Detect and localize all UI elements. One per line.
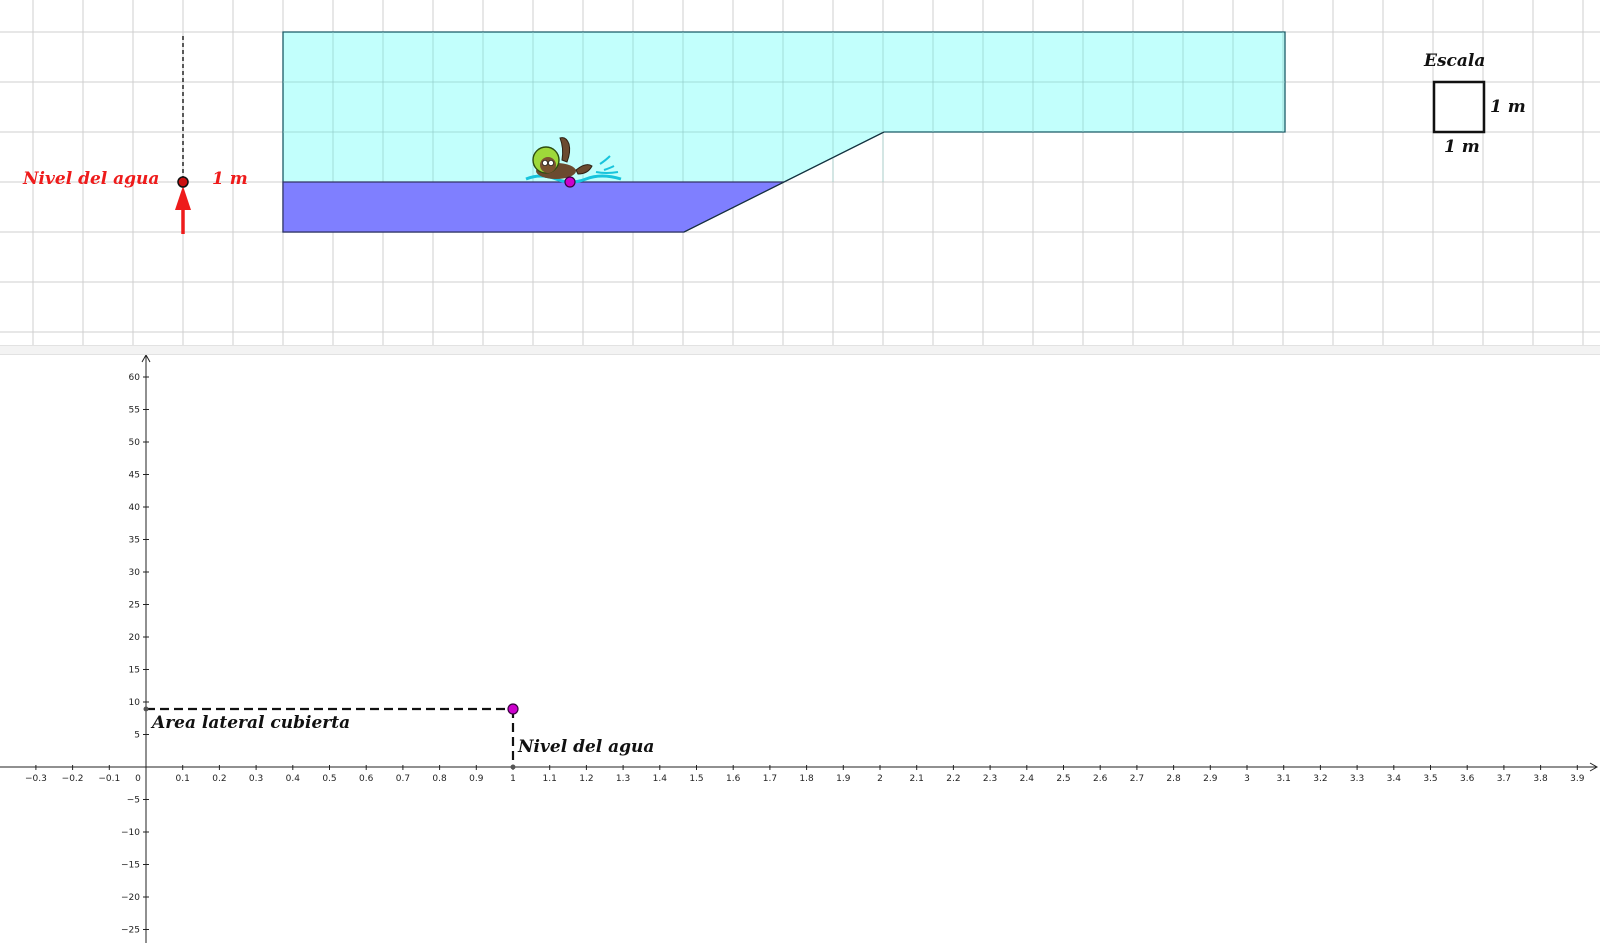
x-tick-label: 2.4 (1020, 774, 1035, 784)
x-tick-label: 2.1 (910, 774, 924, 784)
x-tick-label: 3.9 (1570, 774, 1585, 784)
x-tick-label: 1.5 (689, 774, 703, 784)
y-tick-label: 15 (129, 666, 140, 676)
y-tick-label: 5 (134, 731, 140, 741)
y-tick-label: 30 (129, 568, 141, 578)
scale-side-label: 1 m (1490, 97, 1526, 117)
x-tick-label: 0.7 (396, 774, 410, 784)
scale-legend: Escala 1 m 1 m (1423, 51, 1526, 157)
water-region (282, 181, 785, 233)
scale-bottom-label: 1 m (1444, 137, 1480, 157)
x-tick-label: −0.1 (98, 774, 120, 784)
x-tick-label: 0 (135, 774, 141, 784)
y-tick-label: 25 (129, 601, 140, 611)
y-tick-label: −5 (127, 796, 140, 806)
x-axis-projection-point (510, 764, 516, 770)
x-tick-label: 2.5 (1056, 774, 1070, 784)
x-tick-label: 3.3 (1350, 774, 1364, 784)
graph-water-level-label: Nivel del agua (517, 737, 654, 757)
water-level-point[interactable] (177, 176, 189, 188)
x-tick-label: 1.7 (763, 774, 777, 784)
x-tick-label: 1.8 (799, 774, 814, 784)
x-tick-label: 0.1 (176, 774, 190, 784)
y-tick-label: 50 (129, 438, 141, 448)
x-tick-label: 3.5 (1423, 774, 1437, 784)
x-tick-label: 0.9 (469, 774, 484, 784)
x-tick-label: −0.3 (25, 774, 47, 784)
y-tick-label: −20 (121, 893, 140, 903)
y-tick-label: 20 (129, 633, 141, 643)
x-tick-label: 3.4 (1387, 774, 1402, 784)
x-tick-label: 2.7 (1130, 774, 1144, 784)
x-tick-label: 2.8 (1166, 774, 1181, 784)
view-divider[interactable] (0, 345, 1600, 355)
y-axis (141, 355, 151, 943)
x-tick-label: 0.2 (212, 774, 226, 784)
x-tick-label: 1.2 (579, 774, 593, 784)
x-tick-label: 3 (1244, 774, 1250, 784)
x-tick-label: −0.2 (62, 774, 84, 784)
water-level-label: Nivel del agua (22, 169, 159, 189)
y-tick-label: −10 (121, 828, 140, 838)
x-axis-ticks: −0.3 −0.2 −0.1 0 0.1 0.2 0.3 0.4 0.5 0.6 0.7 0.8 0.9… (25, 765, 1585, 784)
graph-point[interactable] (507, 703, 519, 715)
x-tick-label: 2.3 (983, 774, 997, 784)
x-tick-label: 2.9 (1203, 774, 1218, 784)
y-tick-label: 10 (129, 698, 141, 708)
x-tick-label: 1.3 (616, 774, 630, 784)
x-tick-label: 2.2 (946, 774, 960, 784)
x-tick-label: 3.7 (1497, 774, 1511, 784)
y-axis-projection-point (143, 706, 149, 712)
y-tick-label: 40 (129, 503, 141, 513)
x-tick-label: 1.6 (726, 774, 741, 784)
y-tick-label: −25 (121, 926, 140, 936)
x-tick-label: 1 (510, 774, 516, 784)
x-tick-label: 3.6 (1460, 774, 1475, 784)
x-tick-label: 0.5 (322, 774, 336, 784)
x-tick-label: 3.8 (1533, 774, 1548, 784)
area-lateral-label: Area lateral cubierta (150, 713, 350, 733)
scale-square (1432, 80, 1486, 134)
x-tick-label: 0.6 (359, 774, 374, 784)
x-tick-label: 1.1 (543, 774, 557, 784)
y-tick-label: 45 (129, 471, 140, 481)
y-tick-label: 60 (129, 373, 141, 383)
x-tick-label: 1.9 (836, 774, 851, 784)
x-tick-label: 0.4 (286, 774, 301, 784)
x-tick-label: 1.4 (653, 774, 668, 784)
x-tick-label: 2 (877, 774, 883, 784)
y-tick-label: −15 (121, 861, 140, 871)
y-axis-ticks: 60 55 50 45 40 35 30 25 20 15 10 5 −5 −10 −15 −20 −25 (121, 373, 149, 936)
water-level-value: 1 m (212, 169, 248, 189)
x-tick-label: 0.3 (249, 774, 263, 784)
x-tick-label: 0.8 (432, 774, 447, 784)
x-tick-label: 3.1 (1277, 774, 1291, 784)
y-tick-label: 35 (129, 536, 140, 546)
x-tick-label: 3.2 (1313, 774, 1327, 784)
graph-view: −0.3 −0.2 −0.1 0 0.1 0.2 0.3 0.4 0.5 0.6 0.7 0.8 0.9… (0, 355, 1599, 943)
y-tick-label: 55 (129, 406, 140, 416)
pool-diagram-view: Nivel del agua 1 m Escala 1 m 1 m (0, 0, 1600, 345)
scale-title: Escala (1423, 51, 1485, 71)
x-tick-label: 2.6 (1093, 774, 1108, 784)
red-arrow-up-icon[interactable] (175, 186, 191, 234)
